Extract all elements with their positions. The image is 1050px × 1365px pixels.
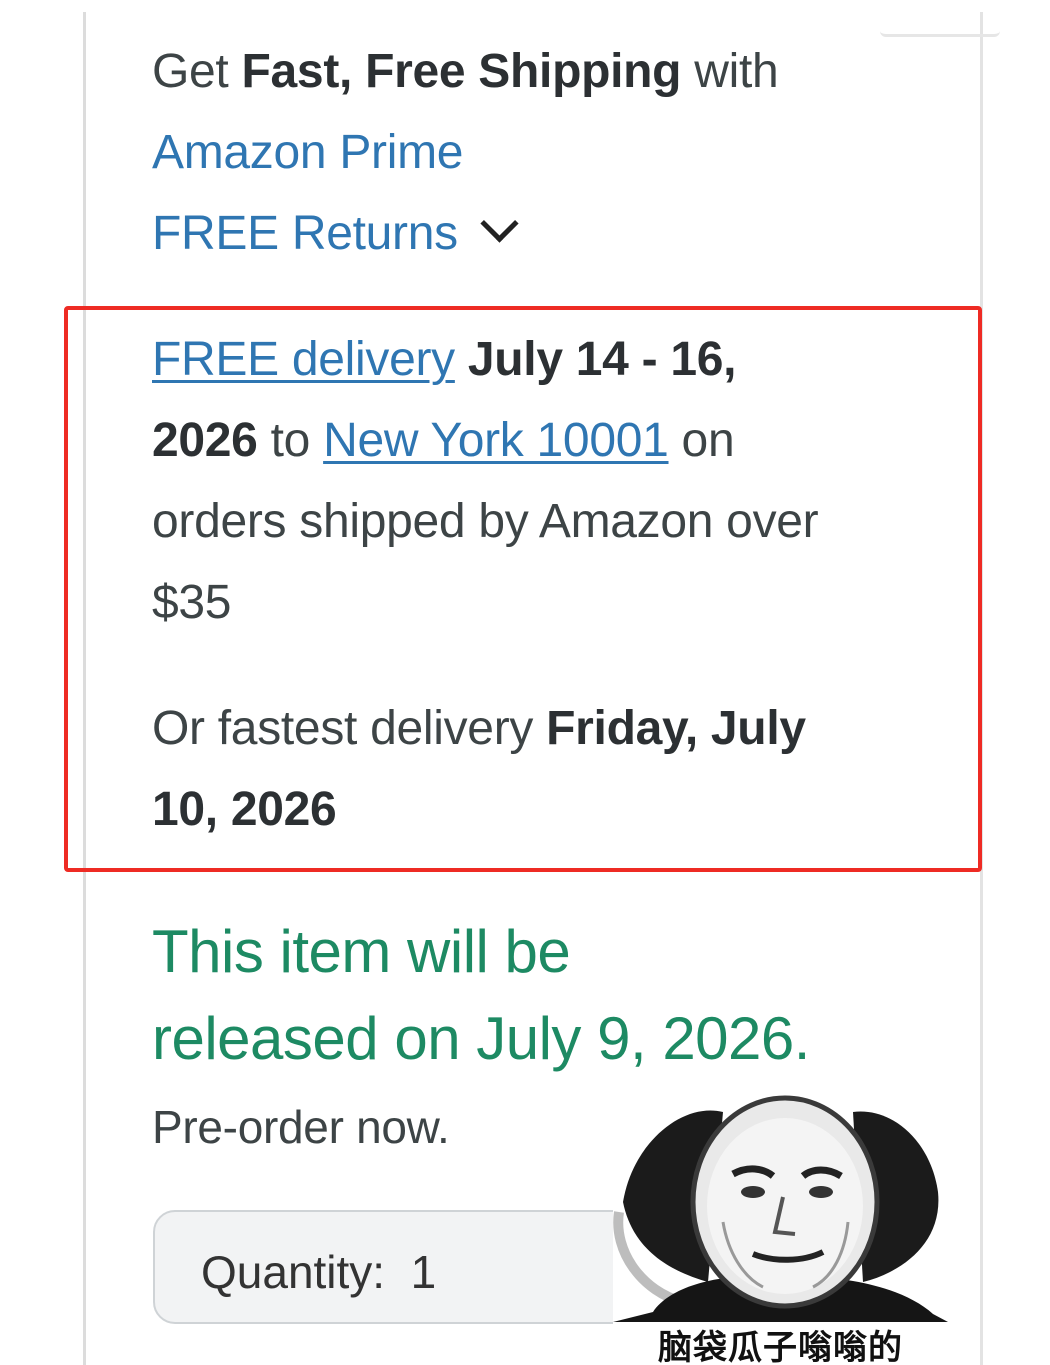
delivery-line-1: FREE delivery July 14 - 16, bbox=[152, 333, 737, 386]
meme-sticker: 脑袋瓜子嗡嗡的 bbox=[613, 1082, 948, 1365]
release-line-2: released on July 9, 2026. bbox=[152, 1005, 810, 1072]
preorder-text: Pre-order now. bbox=[152, 1101, 450, 1153]
delivery-location-link[interactable]: New York 10001 bbox=[323, 414, 669, 467]
delivery-line-3: orders shipped by Amazon over bbox=[152, 495, 819, 548]
free-delivery-link[interactable]: FREE delivery bbox=[152, 333, 455, 386]
chevron-down-icon[interactable] bbox=[480, 204, 519, 243]
fastest-delivery-line-1: Or fastest delivery Friday, July bbox=[152, 702, 806, 755]
free-returns-link[interactable]: FREE Returns bbox=[152, 204, 519, 260]
meme-caption: 脑袋瓜子嗡嗡的 bbox=[658, 1328, 903, 1365]
free-returns-label: FREE Returns bbox=[152, 207, 458, 260]
delivery-threshold: $35 bbox=[152, 576, 232, 629]
quantity-display: Quantity: 1 bbox=[201, 1246, 437, 1298]
delivery-line-2: 2026 to New York 10001 on bbox=[152, 414, 735, 467]
panel-top-tab bbox=[880, 12, 1000, 37]
prime-offer-text: Get Fast, Free Shipping with bbox=[152, 45, 779, 98]
release-line-1: This item will be bbox=[152, 918, 571, 985]
amazon-prime-link[interactable]: Amazon Prime bbox=[152, 129, 463, 177]
fastest-delivery-line-2: 10, 2026 bbox=[152, 783, 337, 836]
